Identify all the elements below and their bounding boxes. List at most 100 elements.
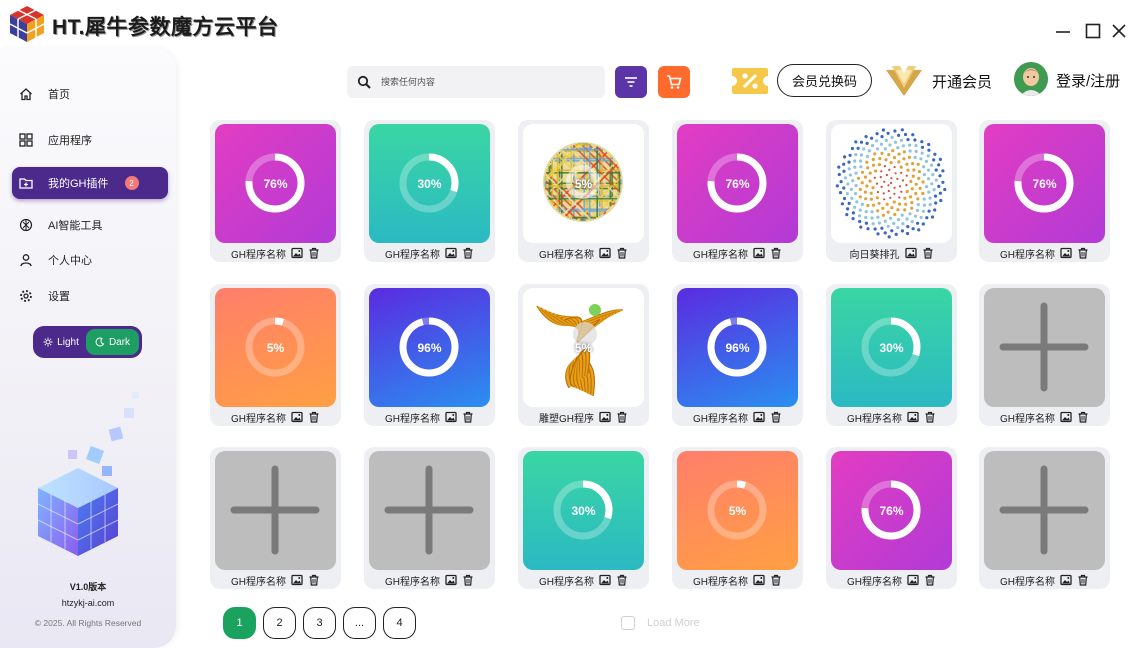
trash-icon[interactable] (462, 247, 474, 259)
image-icon[interactable] (904, 247, 917, 259)
program-thumbnail[interactable]: 5% (677, 451, 798, 570)
image-icon[interactable] (445, 574, 457, 586)
avatar[interactable] (1014, 62, 1048, 96)
close-button[interactable] (1110, 22, 1128, 40)
program-card[interactable]: 30% GH程序名称 (826, 284, 957, 426)
program-thumbnail[interactable] (984, 288, 1105, 407)
sidebar-item-home[interactable]: 首页 (12, 78, 168, 110)
program-thumbnail[interactable]: 30% (523, 451, 644, 570)
program-card[interactable]: 5% GH程序名称 (518, 120, 649, 262)
trash-icon[interactable] (770, 411, 782, 423)
program-thumbnail[interactable]: 30% (831, 288, 952, 407)
theme-dark-option[interactable]: Dark (86, 329, 139, 355)
program-thumbnail[interactable]: 76% (677, 124, 798, 243)
minimize-button[interactable] (1054, 22, 1072, 40)
trash-icon[interactable] (308, 574, 320, 586)
page-button[interactable]: ... (343, 607, 376, 639)
program-card[interactable]: 96% GH程序名称 (672, 284, 803, 426)
program-thumbnail[interactable]: 76% (984, 124, 1105, 243)
program-card[interactable]: 76% GH程序名称 (979, 120, 1110, 262)
program-card[interactable]: 向日葵排孔 (826, 120, 957, 262)
image-icon[interactable] (1060, 247, 1072, 259)
image-icon[interactable] (291, 411, 303, 423)
trash-icon[interactable] (924, 411, 936, 423)
sidebar-item-profile[interactable]: 个人中心 (12, 244, 168, 276)
trash-icon[interactable] (1077, 247, 1089, 259)
program-thumbnail[interactable]: 5% (523, 288, 644, 407)
trash-icon[interactable] (1077, 411, 1089, 423)
image-icon[interactable] (445, 411, 457, 423)
trash-icon[interactable] (616, 411, 628, 423)
program-card[interactable]: 5% GH程序名称 (210, 284, 341, 426)
trash-icon[interactable] (462, 574, 474, 586)
image-icon[interactable] (1060, 411, 1072, 423)
program-thumbnail[interactable]: 96% (369, 288, 490, 407)
search-icon[interactable] (357, 75, 371, 89)
program-card[interactable]: 30% GH程序名称 (518, 447, 649, 589)
program-card[interactable]: 30% GH程序名称 (364, 120, 495, 262)
open-vip-link[interactable]: 开通会员 (932, 71, 992, 92)
program-card[interactable]: 5% 雕塑GH程序 (518, 284, 649, 426)
page-button[interactable]: 3 (303, 607, 336, 639)
program-card[interactable]: 96% GH程序名称 (364, 284, 495, 426)
sidebar-item-ai-tools[interactable]: AI智能工具 (12, 209, 168, 241)
program-thumbnail[interactable] (984, 451, 1105, 570)
sidebar-item-settings[interactable]: 设置 (12, 280, 168, 312)
image-icon[interactable] (445, 247, 457, 259)
program-card[interactable]: 76% GH程序名称 (826, 447, 957, 589)
trash-icon[interactable] (770, 574, 782, 586)
image-icon[interactable] (907, 411, 919, 423)
program-card[interactable]: 5% GH程序名称 (672, 447, 803, 589)
trash-icon[interactable] (616, 574, 628, 586)
trash-icon[interactable] (308, 247, 320, 259)
login-register-link[interactable]: 登录/注册 (1056, 70, 1120, 91)
sidebar-item-my-gh-plugins[interactable]: 我的GH插件 2 (12, 167, 168, 199)
program-thumbnail[interactable]: 76% (215, 124, 336, 243)
sidebar-item-apps[interactable]: 应用程序 (12, 124, 168, 156)
program-card[interactable]: 76% GH程序名称 (210, 120, 341, 262)
program-card[interactable]: GH程序名称 (979, 447, 1110, 589)
program-thumbnail[interactable]: 5% (523, 124, 644, 243)
image-icon[interactable] (1060, 574, 1072, 586)
program-thumbnail[interactable] (369, 451, 490, 570)
trash-icon[interactable] (616, 247, 628, 259)
redeem-code-button[interactable]: 会员兑换码 (777, 64, 872, 97)
trash-icon[interactable] (1077, 574, 1089, 586)
program-thumbnail[interactable] (215, 451, 336, 570)
cart-button[interactable] (658, 66, 690, 98)
program-thumbnail[interactable]: 30% (369, 124, 490, 243)
program-thumbnail[interactable]: 76% (831, 451, 952, 570)
image-icon[interactable] (291, 247, 303, 259)
trash-icon[interactable] (924, 574, 936, 586)
image-icon[interactable] (599, 411, 611, 423)
program-thumbnail[interactable]: 96% (677, 288, 798, 407)
coupon-icon[interactable] (730, 66, 770, 96)
page-button[interactable]: 1 (223, 607, 256, 639)
search-input[interactable] (381, 77, 581, 87)
filter-button[interactable] (615, 66, 647, 98)
image-icon[interactable] (291, 574, 303, 586)
image-icon[interactable] (599, 574, 611, 586)
trash-icon[interactable] (308, 411, 320, 423)
image-icon[interactable] (599, 247, 611, 259)
load-more-button[interactable]: Load More (621, 616, 700, 630)
theme-toggle[interactable]: Light Dark (33, 326, 142, 358)
program-card[interactable]: GH程序名称 (210, 447, 341, 589)
trash-icon[interactable] (770, 247, 782, 259)
trash-icon[interactable] (462, 411, 474, 423)
image-icon[interactable] (907, 574, 919, 586)
page-button[interactable]: 4 (383, 607, 416, 639)
program-card[interactable]: 76% GH程序名称 (672, 120, 803, 262)
image-icon[interactable] (753, 574, 765, 586)
image-icon[interactable] (753, 247, 765, 259)
page-button[interactable]: 2 (263, 607, 296, 639)
program-card[interactable]: GH程序名称 (979, 284, 1110, 426)
program-card[interactable]: GH程序名称 (364, 447, 495, 589)
program-thumbnail[interactable] (831, 124, 952, 243)
theme-light-option[interactable]: Light (36, 329, 86, 355)
trash-icon[interactable] (922, 247, 934, 259)
vip-crown-icon[interactable] (884, 62, 924, 98)
image-icon[interactable] (753, 411, 765, 423)
program-thumbnail[interactable]: 5% (215, 288, 336, 407)
maximize-button[interactable] (1084, 22, 1102, 40)
